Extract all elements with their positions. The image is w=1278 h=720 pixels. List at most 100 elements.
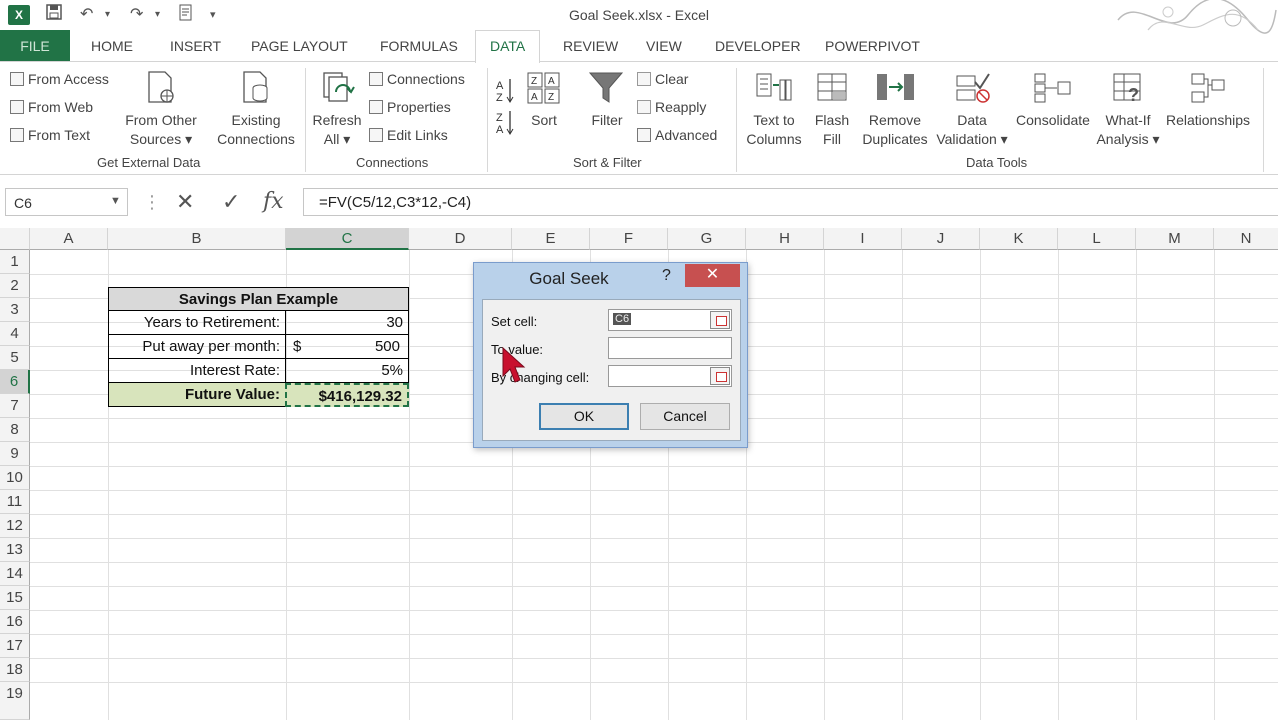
tab-file[interactable]: FILE (0, 30, 70, 62)
tab-review[interactable]: REVIEW (563, 38, 618, 54)
tab-developer[interactable]: DEVELOPER (715, 38, 801, 54)
from-other-sources-button[interactable]: From Other Sources ▾ (122, 111, 200, 149)
refresh-all-button[interactable]: Refresh All ▾ (308, 111, 366, 149)
row-header-12[interactable]: 12 (0, 514, 30, 538)
consolidate-button[interactable]: Consolidate (1012, 111, 1094, 130)
row-header-15[interactable]: 15 (0, 586, 30, 610)
cancel-button[interactable]: Cancel (640, 403, 730, 430)
what-if-analysis-button[interactable]: What-If Analysis ▾ (1092, 111, 1164, 149)
column-header-l[interactable]: L (1058, 228, 1136, 250)
filter-button[interactable]: Filter (585, 111, 629, 130)
cancel-edit-icon[interactable]: ✕ (176, 189, 194, 215)
confirm-edit-icon[interactable]: ✓ (222, 189, 240, 215)
data-validation-button[interactable]: Data Validation ▾ (932, 111, 1012, 149)
edit-links-label: Edit Links (387, 127, 448, 143)
row-header-6[interactable]: 6 (0, 370, 30, 394)
properties-label: Properties (387, 99, 451, 115)
consolidate-icon (1034, 73, 1071, 103)
reapply-button[interactable]: Reapply (637, 98, 706, 117)
column-header-g[interactable]: G (668, 228, 746, 250)
connections-button-label: Connections (387, 71, 465, 87)
column-header-d[interactable]: D (409, 228, 512, 250)
advanced-filter-button[interactable]: Advanced (637, 126, 717, 145)
column-header-f[interactable]: F (590, 228, 668, 250)
cell-b3-years-label[interactable]: Years to Retirement: (108, 311, 286, 335)
tab-powerpivot[interactable]: POWERPIVOT (825, 38, 920, 54)
column-header-n[interactable]: N (1214, 228, 1278, 250)
row-header-4[interactable]: 4 (0, 322, 30, 346)
row-header-7[interactable]: 7 (0, 394, 30, 418)
cell-b2-title[interactable]: Savings Plan Example (108, 287, 409, 311)
name-box-dropdown-icon[interactable]: ▼ (110, 195, 121, 207)
row-header-5[interactable]: 5 (0, 346, 30, 370)
set-cell-input[interactable]: C6 (608, 309, 732, 331)
from-web-button[interactable]: From Web (10, 98, 93, 117)
sort-button[interactable]: Sort (524, 111, 564, 130)
cell-b5-rate-label[interactable]: Interest Rate: (108, 359, 286, 383)
column-header-m[interactable]: M (1136, 228, 1214, 250)
row-header-16[interactable]: 16 (0, 610, 30, 634)
cell-b4-monthly-label[interactable]: Put away per month: (108, 335, 286, 359)
by-changing-cell-input[interactable] (608, 365, 732, 387)
column-header-c[interactable]: C (286, 228, 409, 250)
tab-formulas[interactable]: FORMULAS (380, 38, 458, 54)
column-header-b[interactable]: B (108, 228, 286, 250)
tab-insert[interactable]: INSERT (170, 38, 221, 54)
row-header-1[interactable]: 1 (0, 250, 30, 274)
close-icon[interactable]: ✕ (685, 264, 740, 287)
tab-view[interactable]: VIEW (646, 38, 682, 54)
column-header-k[interactable]: K (980, 228, 1058, 250)
row-header-17[interactable]: 17 (0, 634, 30, 658)
help-icon[interactable]: ? (662, 267, 671, 285)
ok-button[interactable]: OK (539, 403, 629, 430)
formula-input[interactable]: =FV(C5/12,C3*12,-C4) (303, 188, 1278, 216)
column-header-i[interactable]: I (824, 228, 902, 250)
set-cell-value: C6 (613, 313, 632, 325)
formula-bar-drag-handle-icon[interactable]: ⋮ (143, 192, 161, 213)
column-header-e[interactable]: E (512, 228, 590, 250)
row-header-3[interactable]: 3 (0, 298, 30, 322)
connections-button[interactable]: Connections (369, 70, 465, 89)
cell-c3-years-value[interactable]: 30 (285, 311, 409, 335)
text-to-columns-button[interactable]: Text to Columns (742, 111, 806, 149)
row-header-11[interactable]: 11 (0, 490, 30, 514)
row-header-19[interactable]: 19 (0, 682, 30, 720)
cell-b6-fv-label[interactable]: Future Value: (108, 383, 286, 407)
ribbon-separator (1263, 68, 1264, 172)
row-header-14[interactable]: 14 (0, 562, 30, 586)
to-value-input[interactable] (608, 337, 732, 359)
gridline (30, 490, 1278, 491)
row-header-18[interactable]: 18 (0, 658, 30, 682)
relationships-button[interactable]: Relationships (1162, 111, 1254, 130)
tab-home[interactable]: HOME (91, 38, 133, 54)
from-access-button[interactable]: From Access (10, 70, 109, 89)
cell-c4-monthly[interactable]: $ 500 (285, 335, 409, 359)
insert-function-icon[interactable]: fx (263, 189, 284, 214)
row-header-13[interactable]: 13 (0, 538, 30, 562)
ribbon-separator (305, 68, 306, 172)
cell-c5-rate-value[interactable]: 5% (285, 359, 409, 383)
clear-filter-icon (637, 72, 651, 86)
sort-ascending-icon[interactable]: AZ ZA (496, 77, 516, 137)
flash-fill-button[interactable]: Flash Fill (808, 111, 856, 149)
existing-connections-button[interactable]: Existing Connections (212, 111, 300, 149)
row-header-9[interactable]: 9 (0, 442, 30, 466)
from-text-button[interactable]: From Text (10, 126, 90, 145)
properties-button[interactable]: Properties (369, 98, 451, 117)
column-header-h[interactable]: H (746, 228, 824, 250)
tab-data[interactable]: DATA (475, 30, 541, 63)
duplicates-label: Duplicates (862, 131, 928, 147)
column-header-j[interactable]: J (902, 228, 980, 250)
collapse-dialog-icon[interactable] (710, 311, 730, 329)
row-header-8[interactable]: 8 (0, 418, 30, 442)
tab-page-layout[interactable]: PAGE LAYOUT (251, 38, 348, 54)
row-header-2[interactable]: 2 (0, 274, 30, 298)
edit-links-button[interactable]: Edit Links (369, 126, 448, 145)
clear-filter-button[interactable]: Clear (637, 70, 688, 89)
collapse-dialog-icon[interactable] (710, 367, 730, 385)
cell-c6-fv-value[interactable]: $416,129.32 (285, 383, 409, 407)
column-header-a[interactable]: A (30, 228, 108, 250)
remove-duplicates-button[interactable]: Remove Duplicates (858, 111, 932, 149)
select-all-corner[interactable] (0, 228, 30, 250)
row-header-10[interactable]: 10 (0, 466, 30, 490)
